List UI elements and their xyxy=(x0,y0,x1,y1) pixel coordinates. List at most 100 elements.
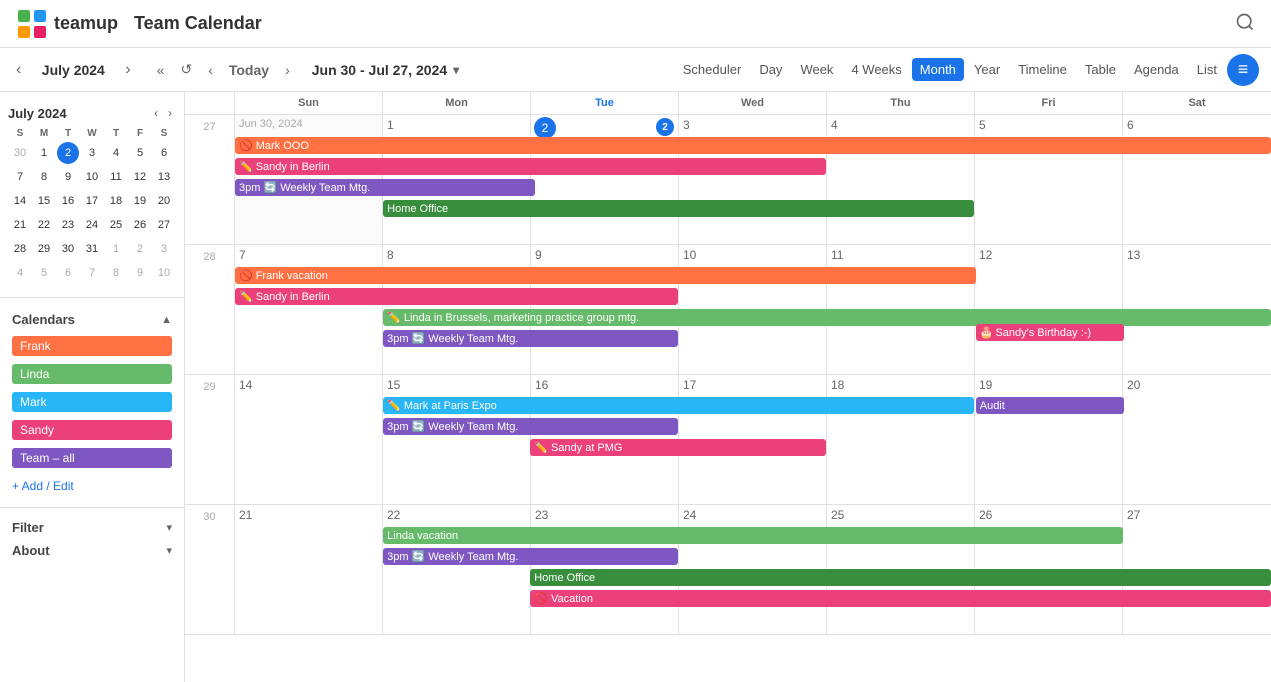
cell-jun30[interactable]: Jun 30, 2024 xyxy=(235,115,383,244)
mini-day-aug8[interactable]: 8 xyxy=(105,262,127,284)
mini-day-3[interactable]: 3 xyxy=(81,142,103,164)
cell-jul18[interactable]: 18 xyxy=(827,375,975,504)
mini-day-aug7[interactable]: 7 xyxy=(81,262,103,284)
mini-day-24[interactable]: 24 xyxy=(81,214,103,236)
mini-day-15[interactable]: 15 xyxy=(33,190,55,212)
mini-day-20[interactable]: 20 xyxy=(153,190,175,212)
mini-day-26[interactable]: 26 xyxy=(129,214,151,236)
cell-jul24[interactable]: 24 xyxy=(679,505,827,634)
cell-jul14[interactable]: 14 xyxy=(235,375,383,504)
list-view-button[interactable]: List xyxy=(1189,58,1225,81)
mini-day-30[interactable]: 30 xyxy=(9,142,31,164)
mini-day-1[interactable]: 1 xyxy=(33,142,55,164)
cell-jul11[interactable]: 11 xyxy=(827,245,975,374)
mini-day-aug10[interactable]: 10 xyxy=(153,262,175,284)
cell-jul19[interactable]: 19 xyxy=(975,375,1123,504)
mini-cal-next[interactable]: › xyxy=(164,104,176,122)
mini-day-aug5[interactable]: 5 xyxy=(33,262,55,284)
mini-day-14[interactable]: 14 xyxy=(9,190,31,212)
cell-jul20[interactable]: 20 xyxy=(1123,375,1271,504)
mini-day-12[interactable]: 12 xyxy=(129,166,151,188)
mini-cal-prev[interactable]: ‹ xyxy=(150,104,162,122)
cell-jul23[interactable]: 23 xyxy=(531,505,679,634)
mini-day-13[interactable]: 13 xyxy=(153,166,175,188)
filter-section[interactable]: Filter ▾ xyxy=(0,516,184,539)
cell-jul26[interactable]: 26 xyxy=(975,505,1123,634)
mini-day-27[interactable]: 27 xyxy=(153,214,175,236)
main-menu-button[interactable]: ≡ xyxy=(1227,54,1259,86)
mini-day-aug3[interactable]: 3 xyxy=(153,238,175,260)
cell-jul3[interactable]: 3 xyxy=(679,115,827,244)
mini-day-31[interactable]: 31 xyxy=(81,238,103,260)
agenda-view-button[interactable]: Agenda xyxy=(1126,58,1187,81)
cell-jul8[interactable]: 8 xyxy=(383,245,531,374)
cell-jul9[interactable]: 9 xyxy=(531,245,679,374)
calendars-section-header[interactable]: Calendars ▲ xyxy=(0,306,184,333)
cell-jul5[interactable]: 5 xyxy=(975,115,1123,244)
cell-jul16[interactable]: 16 xyxy=(531,375,679,504)
mini-day-19[interactable]: 19 xyxy=(129,190,151,212)
mini-day-28[interactable]: 28 xyxy=(9,238,31,260)
add-edit-button[interactable]: + Add / Edit xyxy=(0,473,184,499)
next-month-button[interactable]: › xyxy=(121,57,134,83)
mini-day-30b[interactable]: 30 xyxy=(57,238,79,260)
mini-day-aug2[interactable]: 2 xyxy=(129,238,151,260)
mini-day-23[interactable]: 23 xyxy=(57,214,79,236)
cell-jul12[interactable]: 12 xyxy=(975,245,1123,374)
calendar-item-sandy[interactable]: Sandy xyxy=(8,417,176,443)
cell-jul22[interactable]: 22 xyxy=(383,505,531,634)
mini-day-9[interactable]: 9 xyxy=(57,166,79,188)
mini-day-10[interactable]: 10 xyxy=(81,166,103,188)
mini-day-aug6[interactable]: 6 xyxy=(57,262,79,284)
week-view-button[interactable]: Week xyxy=(792,58,841,81)
today-button[interactable]: Today xyxy=(223,58,275,82)
mini-day-21[interactable]: 21 xyxy=(9,214,31,236)
cell-jul2[interactable]: 2 2 xyxy=(531,115,679,244)
cell-jul13[interactable]: 13 xyxy=(1123,245,1271,374)
mini-day-4[interactable]: 4 xyxy=(105,142,127,164)
cell-jul25[interactable]: 25 xyxy=(827,505,975,634)
mini-day-6[interactable]: 6 xyxy=(153,142,175,164)
calendar-item-team[interactable]: Team – all xyxy=(8,445,176,471)
cell-jul1[interactable]: 1 xyxy=(383,115,531,244)
mini-day-aug4[interactable]: 4 xyxy=(9,262,31,284)
cell-jul27[interactable]: 27 xyxy=(1123,505,1271,634)
refresh-button[interactable]: ↺ xyxy=(174,57,198,82)
prev-month-button[interactable]: ‹ xyxy=(12,57,25,83)
cell-jul10[interactable]: 10 xyxy=(679,245,827,374)
year-view-button[interactable]: Year xyxy=(966,58,1008,81)
4weeks-view-button[interactable]: 4 Weeks xyxy=(843,58,909,81)
mini-day-16[interactable]: 16 xyxy=(57,190,79,212)
cell-jul17[interactable]: 17 xyxy=(679,375,827,504)
cell-jul4[interactable]: 4 xyxy=(827,115,975,244)
mini-day-22[interactable]: 22 xyxy=(33,214,55,236)
cell-jul7[interactable]: 7 xyxy=(235,245,383,374)
mini-day-aug1[interactable]: 1 xyxy=(105,238,127,260)
calendar-item-mark[interactable]: Mark xyxy=(8,389,176,415)
mini-day-29[interactable]: 29 xyxy=(33,238,55,260)
cell-jul21[interactable]: 21 xyxy=(235,505,383,634)
search-button[interactable] xyxy=(1235,12,1255,35)
mini-day-aug9[interactable]: 9 xyxy=(129,262,151,284)
month-view-button[interactable]: Month xyxy=(912,58,964,81)
prev-period-button[interactable]: ‹ xyxy=(202,58,219,82)
timeline-view-button[interactable]: Timeline xyxy=(1010,58,1075,81)
about-section[interactable]: About ▾ xyxy=(0,539,184,562)
day-view-button[interactable]: Day xyxy=(751,58,790,81)
calendar-item-frank[interactable]: Frank xyxy=(8,333,176,359)
mini-day-7[interactable]: 7 xyxy=(9,166,31,188)
table-view-button[interactable]: Table xyxy=(1077,58,1124,81)
cell-jul15[interactable]: 15 xyxy=(383,375,531,504)
mini-day-5[interactable]: 5 xyxy=(129,142,151,164)
scheduler-view-button[interactable]: Scheduler xyxy=(675,58,750,81)
cell-jul6[interactable]: 6 xyxy=(1123,115,1271,244)
mini-day-2-today[interactable]: 2 xyxy=(57,142,79,164)
next-period-button[interactable]: › xyxy=(279,58,296,82)
mini-day-17[interactable]: 17 xyxy=(81,190,103,212)
mini-day-11[interactable]: 11 xyxy=(105,166,127,188)
mini-day-18[interactable]: 18 xyxy=(105,190,127,212)
date-range-display[interactable]: Jun 30 - Jul 27, 2024 ▾ xyxy=(312,62,459,78)
double-prev-button[interactable]: « xyxy=(151,58,171,82)
mini-day-8[interactable]: 8 xyxy=(33,166,55,188)
calendar-item-linda[interactable]: Linda xyxy=(8,361,176,387)
